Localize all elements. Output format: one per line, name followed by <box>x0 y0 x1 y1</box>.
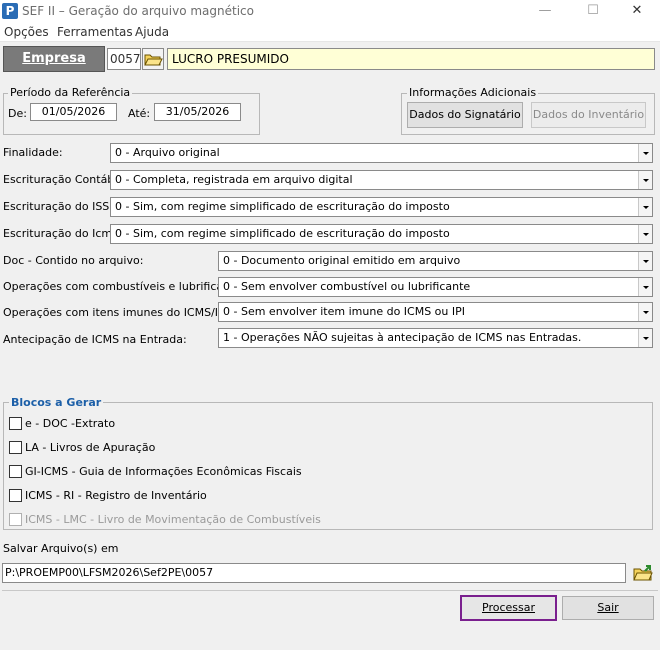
checkbox-icms-lmc-label: ICMS - LMC - Livro de Movimentação de Co… <box>25 513 321 526</box>
itens-imunes-value: 0 - Sem envolver item imune do ICMS ou I… <box>223 305 466 318</box>
menu-ajuda[interactable]: Ajuda <box>135 25 169 39</box>
checkbox-icms-ri-label: ICMS - RI - Registro de Inventário <box>25 489 207 502</box>
escrituracao-iss-label: Escrituração do ISS: <box>3 200 113 213</box>
maximize-icon[interactable]: ☐ <box>570 0 616 22</box>
de-label: De: <box>8 107 27 120</box>
finalidade-value: 0 - Arquivo original <box>115 146 220 159</box>
processar-button[interactable]: Processar <box>460 595 557 621</box>
processar-label: Processar <box>482 601 535 614</box>
doc-contido-select[interactable]: 0 - Documento original emitido em arquiv… <box>218 251 653 271</box>
escrituracao-iss-value: 0 - Sim, com regime simplificado de escr… <box>115 200 450 213</box>
separator <box>2 590 658 591</box>
close-icon[interactable]: ✕ <box>614 0 660 22</box>
menu-ferramentas[interactable]: Ferramentas <box>57 25 133 39</box>
escrituracao-iss-select[interactable]: 0 - Sim, com regime simplificado de escr… <box>110 197 653 217</box>
antecipacao-value: 1 - Operações NÃO sujeitas à antecipação… <box>223 331 582 344</box>
chevron-down-icon <box>638 252 652 270</box>
menu-bar: Opções Ferramentas Ajuda <box>0 22 660 42</box>
escrituracao-contabil-label: Escrituração Contábil: <box>3 173 125 186</box>
ate-label: Até: <box>128 107 151 120</box>
empresa-button-label: Empresa <box>22 51 86 66</box>
open-folder-button[interactable] <box>142 48 164 70</box>
checkbox-edoc[interactable] <box>9 417 22 430</box>
minimize-icon[interactable]: — <box>522 0 568 22</box>
chevron-down-icon <box>638 278 652 296</box>
itens-imunes-label: Operações com itens imunes do ICMS/IPI: <box>3 306 232 319</box>
browse-folder-button[interactable] <box>632 562 654 584</box>
folder-open-icon <box>633 565 653 581</box>
escrituracao-icms-label: Escrituração do Icms: <box>3 227 122 240</box>
chevron-down-icon <box>638 329 652 347</box>
doc-contido-value: 0 - Documento original emitido em arquiv… <box>223 254 461 267</box>
doc-contido-label: Doc - Contido no arquivo: <box>3 254 144 267</box>
signatario-button[interactable]: Dados do Signatário <box>407 102 523 128</box>
chevron-down-icon <box>638 198 652 216</box>
sair-label: Sair <box>597 601 619 614</box>
escrituracao-icms-value: 0 - Sim, com regime simplificado de escr… <box>115 227 450 240</box>
combustiveis-label: Operações com combustíveis e lubrificant… <box>3 280 251 293</box>
salvar-label: Salvar Arquivo(s) em <box>3 542 119 555</box>
window-title: SEF II – Geração do arquivo magnético <box>22 4 254 18</box>
app-icon: P <box>2 3 18 19</box>
escrituracao-contabil-value: 0 - Completa, registrada em arquivo digi… <box>115 173 353 186</box>
chevron-down-icon <box>638 225 652 243</box>
chevron-down-icon <box>638 144 652 162</box>
empresa-button[interactable]: Empresa <box>3 46 105 72</box>
save-path-field[interactable]: P:\PROEMP00\LFSM2026\Sef2PE\0057 <box>2 563 626 583</box>
checkbox-icms-ri[interactable] <box>9 489 22 502</box>
chevron-down-icon <box>638 171 652 189</box>
blocos-legend: Blocos a Gerar <box>9 396 104 409</box>
chevron-down-icon <box>638 303 652 321</box>
inventario-button[interactable]: Dados do Inventário <box>531 102 646 128</box>
checkbox-gi-icms[interactable] <box>9 465 22 478</box>
date-from-field[interactable]: 01/05/2026 <box>30 103 117 121</box>
checkbox-la[interactable] <box>9 441 22 454</box>
menu-opcoes[interactable]: Opções <box>4 25 49 39</box>
checkbox-icms-lmc[interactable] <box>9 513 22 526</box>
info-adicionais-legend: Informações Adicionais <box>407 86 539 99</box>
title-bar: P SEF II – Geração do arquivo magnético … <box>0 0 660 22</box>
date-to-field[interactable]: 31/05/2026 <box>154 103 241 121</box>
empresa-code-field[interactable]: 0057 <box>107 48 141 70</box>
escrituracao-icms-select[interactable]: 0 - Sim, com regime simplificado de escr… <box>110 224 653 244</box>
escrituracao-contabil-select[interactable]: 0 - Completa, registrada em arquivo digi… <box>110 170 653 190</box>
checkbox-la-label: LA - Livros de Apuração <box>25 441 156 454</box>
combustiveis-select[interactable]: 0 - Sem envolver combustível ou lubrific… <box>218 277 653 297</box>
periodo-legend: Período da Referência <box>8 86 133 99</box>
sair-button[interactable]: Sair <box>562 596 654 620</box>
checkbox-gi-icms-label: GI-ICMS - Guia de Informações Econômicas… <box>25 465 302 478</box>
finalidade-select[interactable]: 0 - Arquivo original <box>110 143 653 163</box>
checkbox-edoc-label: e - DOC -Extrato <box>25 417 116 430</box>
antecipacao-select[interactable]: 1 - Operações NÃO sujeitas à antecipação… <box>218 328 653 348</box>
finalidade-label: Finalidade: <box>3 146 63 159</box>
folder-open-icon <box>144 54 163 66</box>
antecipacao-label: Antecipação de ICMS na Entrada: <box>3 333 187 346</box>
empresa-name-field[interactable]: LUCRO PRESUMIDO <box>167 48 655 70</box>
combustiveis-value: 0 - Sem envolver combustível ou lubrific… <box>223 280 471 293</box>
itens-imunes-select[interactable]: 0 - Sem envolver item imune do ICMS ou I… <box>218 302 653 322</box>
